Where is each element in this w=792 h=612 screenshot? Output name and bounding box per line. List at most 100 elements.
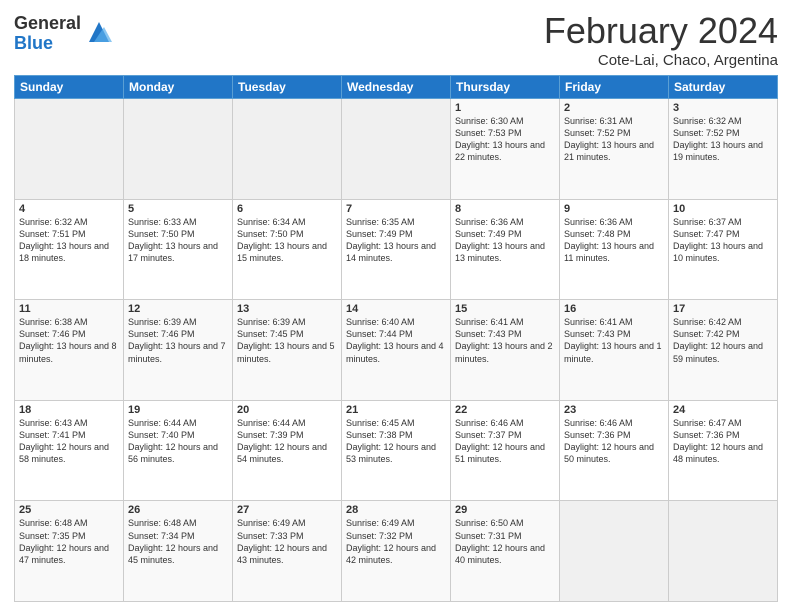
table-row: 9Sunrise: 6:36 AM Sunset: 7:48 PM Daylig…: [560, 199, 669, 300]
table-row: [342, 99, 451, 200]
table-row: 5Sunrise: 6:33 AM Sunset: 7:50 PM Daylig…: [124, 199, 233, 300]
day-info: Sunrise: 6:50 AM Sunset: 7:31 PM Dayligh…: [455, 517, 555, 566]
table-row: 10Sunrise: 6:37 AM Sunset: 7:47 PM Dayli…: [669, 199, 778, 300]
day-info: Sunrise: 6:38 AM Sunset: 7:46 PM Dayligh…: [19, 316, 119, 365]
day-number: 18: [19, 404, 119, 416]
day-info: Sunrise: 6:35 AM Sunset: 7:49 PM Dayligh…: [346, 216, 446, 265]
day-info: Sunrise: 6:32 AM Sunset: 7:51 PM Dayligh…: [19, 216, 119, 265]
day-number: 2: [564, 102, 664, 114]
day-number: 10: [673, 203, 773, 215]
col-monday: Monday: [124, 76, 233, 99]
day-info: Sunrise: 6:34 AM Sunset: 7:50 PM Dayligh…: [237, 216, 337, 265]
table-row: [15, 99, 124, 200]
page: General Blue February 2024 Cote-Lai, Cha…: [0, 0, 792, 612]
day-number: 1: [455, 102, 555, 114]
col-sunday: Sunday: [15, 76, 124, 99]
table-row: 12Sunrise: 6:39 AM Sunset: 7:46 PM Dayli…: [124, 300, 233, 401]
day-info: Sunrise: 6:46 AM Sunset: 7:36 PM Dayligh…: [564, 417, 664, 466]
day-number: 20: [237, 404, 337, 416]
table-row: 15Sunrise: 6:41 AM Sunset: 7:43 PM Dayli…: [451, 300, 560, 401]
day-info: Sunrise: 6:32 AM Sunset: 7:52 PM Dayligh…: [673, 115, 773, 164]
table-row: 25Sunrise: 6:48 AM Sunset: 7:35 PM Dayli…: [15, 501, 124, 602]
day-number: 13: [237, 303, 337, 315]
table-row: 24Sunrise: 6:47 AM Sunset: 7:36 PM Dayli…: [669, 400, 778, 501]
table-row: 4Sunrise: 6:32 AM Sunset: 7:51 PM Daylig…: [15, 199, 124, 300]
table-row: [124, 99, 233, 200]
calendar-table: Sunday Monday Tuesday Wednesday Thursday…: [14, 75, 778, 602]
logo-blue: Blue: [14, 34, 81, 54]
logo-icon: [84, 17, 114, 47]
day-number: 8: [455, 203, 555, 215]
day-number: 21: [346, 404, 446, 416]
day-number: 4: [19, 203, 119, 215]
col-saturday: Saturday: [669, 76, 778, 99]
day-info: Sunrise: 6:48 AM Sunset: 7:34 PM Dayligh…: [128, 517, 228, 566]
day-number: 11: [19, 303, 119, 315]
day-number: 24: [673, 404, 773, 416]
day-info: Sunrise: 6:44 AM Sunset: 7:39 PM Dayligh…: [237, 417, 337, 466]
table-row: [233, 99, 342, 200]
month-title: February 2024: [544, 10, 778, 52]
table-row: 2Sunrise: 6:31 AM Sunset: 7:52 PM Daylig…: [560, 99, 669, 200]
day-number: 25: [19, 504, 119, 516]
table-row: 8Sunrise: 6:36 AM Sunset: 7:49 PM Daylig…: [451, 199, 560, 300]
table-row: 11Sunrise: 6:38 AM Sunset: 7:46 PM Dayli…: [15, 300, 124, 401]
table-row: [669, 501, 778, 602]
day-number: 22: [455, 404, 555, 416]
table-row: 16Sunrise: 6:41 AM Sunset: 7:43 PM Dayli…: [560, 300, 669, 401]
table-row: 29Sunrise: 6:50 AM Sunset: 7:31 PM Dayli…: [451, 501, 560, 602]
table-row: 26Sunrise: 6:48 AM Sunset: 7:34 PM Dayli…: [124, 501, 233, 602]
table-row: 19Sunrise: 6:44 AM Sunset: 7:40 PM Dayli…: [124, 400, 233, 501]
day-info: Sunrise: 6:39 AM Sunset: 7:46 PM Dayligh…: [128, 316, 228, 365]
table-row: 28Sunrise: 6:49 AM Sunset: 7:32 PM Dayli…: [342, 501, 451, 602]
day-number: 7: [346, 203, 446, 215]
day-info: Sunrise: 6:46 AM Sunset: 7:37 PM Dayligh…: [455, 417, 555, 466]
day-number: 3: [673, 102, 773, 114]
table-row: 6Sunrise: 6:34 AM Sunset: 7:50 PM Daylig…: [233, 199, 342, 300]
day-info: Sunrise: 6:36 AM Sunset: 7:48 PM Dayligh…: [564, 216, 664, 265]
table-row: 3Sunrise: 6:32 AM Sunset: 7:52 PM Daylig…: [669, 99, 778, 200]
table-row: 23Sunrise: 6:46 AM Sunset: 7:36 PM Dayli…: [560, 400, 669, 501]
subtitle: Cote-Lai, Chaco, Argentina: [544, 52, 778, 69]
day-number: 23: [564, 404, 664, 416]
day-info: Sunrise: 6:43 AM Sunset: 7:41 PM Dayligh…: [19, 417, 119, 466]
day-info: Sunrise: 6:33 AM Sunset: 7:50 PM Dayligh…: [128, 216, 228, 265]
table-row: 27Sunrise: 6:49 AM Sunset: 7:33 PM Dayli…: [233, 501, 342, 602]
table-row: 17Sunrise: 6:42 AM Sunset: 7:42 PM Dayli…: [669, 300, 778, 401]
day-number: 5: [128, 203, 228, 215]
day-number: 19: [128, 404, 228, 416]
day-number: 28: [346, 504, 446, 516]
day-info: Sunrise: 6:31 AM Sunset: 7:52 PM Dayligh…: [564, 115, 664, 164]
day-info: Sunrise: 6:45 AM Sunset: 7:38 PM Dayligh…: [346, 417, 446, 466]
table-row: 13Sunrise: 6:39 AM Sunset: 7:45 PM Dayli…: [233, 300, 342, 401]
day-info: Sunrise: 6:48 AM Sunset: 7:35 PM Dayligh…: [19, 517, 119, 566]
day-info: Sunrise: 6:42 AM Sunset: 7:42 PM Dayligh…: [673, 316, 773, 365]
day-info: Sunrise: 6:44 AM Sunset: 7:40 PM Dayligh…: [128, 417, 228, 466]
day-info: Sunrise: 6:40 AM Sunset: 7:44 PM Dayligh…: [346, 316, 446, 365]
logo-text: General Blue: [14, 14, 81, 54]
day-info: Sunrise: 6:47 AM Sunset: 7:36 PM Dayligh…: [673, 417, 773, 466]
table-row: 7Sunrise: 6:35 AM Sunset: 7:49 PM Daylig…: [342, 199, 451, 300]
table-row: 1Sunrise: 6:30 AM Sunset: 7:53 PM Daylig…: [451, 99, 560, 200]
day-info: Sunrise: 6:39 AM Sunset: 7:45 PM Dayligh…: [237, 316, 337, 365]
day-number: 14: [346, 303, 446, 315]
table-row: 22Sunrise: 6:46 AM Sunset: 7:37 PM Dayli…: [451, 400, 560, 501]
col-wednesday: Wednesday: [342, 76, 451, 99]
header: General Blue February 2024 Cote-Lai, Cha…: [14, 10, 778, 69]
logo: General Blue: [14, 14, 114, 54]
col-tuesday: Tuesday: [233, 76, 342, 99]
table-row: 18Sunrise: 6:43 AM Sunset: 7:41 PM Dayli…: [15, 400, 124, 501]
day-number: 6: [237, 203, 337, 215]
day-info: Sunrise: 6:41 AM Sunset: 7:43 PM Dayligh…: [564, 316, 664, 365]
day-info: Sunrise: 6:49 AM Sunset: 7:32 PM Dayligh…: [346, 517, 446, 566]
day-info: Sunrise: 6:37 AM Sunset: 7:47 PM Dayligh…: [673, 216, 773, 265]
day-number: 16: [564, 303, 664, 315]
day-info: Sunrise: 6:41 AM Sunset: 7:43 PM Dayligh…: [455, 316, 555, 365]
day-number: 12: [128, 303, 228, 315]
title-block: February 2024 Cote-Lai, Chaco, Argentina: [544, 10, 778, 69]
col-friday: Friday: [560, 76, 669, 99]
table-row: [560, 501, 669, 602]
day-number: 26: [128, 504, 228, 516]
table-row: 20Sunrise: 6:44 AM Sunset: 7:39 PM Dayli…: [233, 400, 342, 501]
col-thursday: Thursday: [451, 76, 560, 99]
